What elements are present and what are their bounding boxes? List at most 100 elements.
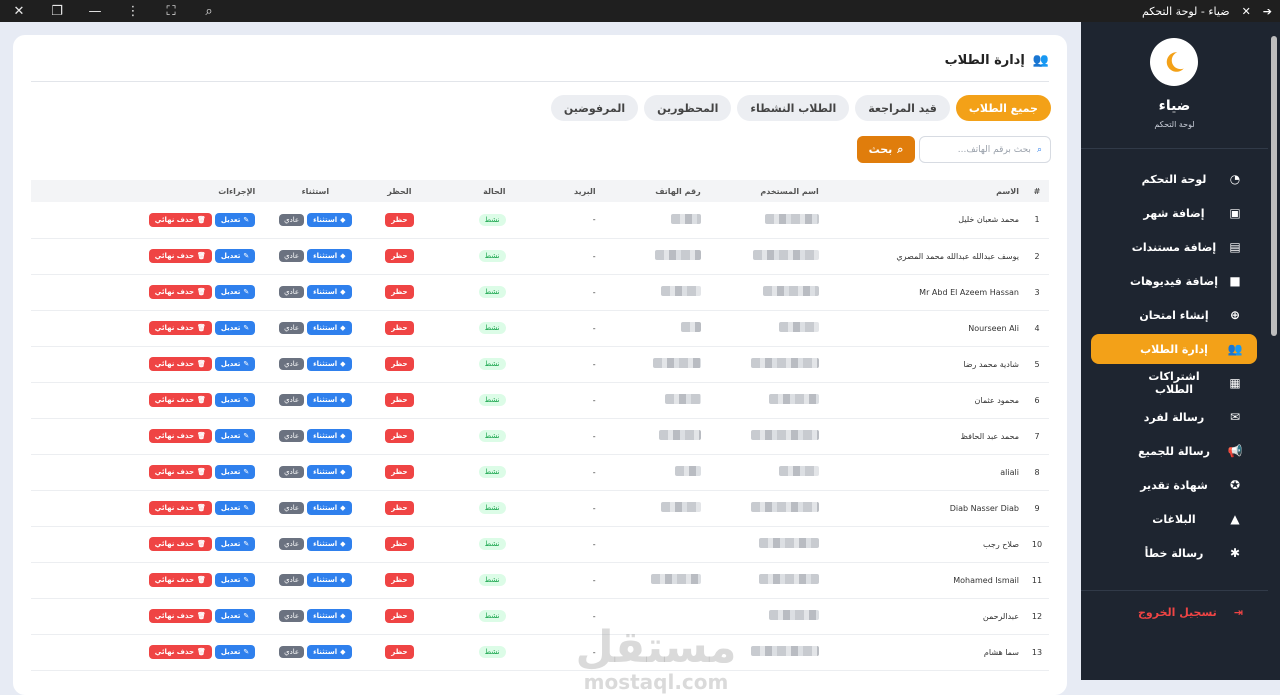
exception-button[interactable]: ◆ استثناء	[307, 212, 352, 227]
ban-button[interactable]: حظر	[385, 645, 414, 659]
ban-button[interactable]: حظر	[385, 393, 414, 407]
ban-button[interactable]: حظر	[385, 537, 414, 551]
sidebar-item-0[interactable]: ◔ لوحة التحكم	[1091, 164, 1257, 194]
delete-button[interactable]: 🗑 حذف نهائي	[148, 321, 212, 335]
megaphone-icon: 📢	[1227, 444, 1243, 458]
exception-button[interactable]: ◆ استثناء	[307, 645, 352, 659]
edit-button[interactable]: ✎ تعديل	[214, 321, 256, 335]
ban-button[interactable]: حظر	[385, 249, 414, 263]
email-cell: -	[511, 310, 602, 347]
sidebar-item-7[interactable]: ✉ رسالة لفرد	[1091, 402, 1257, 432]
status-badge: نشط	[478, 538, 506, 550]
scrollbar[interactable]	[1268, 22, 1280, 680]
exception-cell: ◆ استثناء عادي	[261, 310, 370, 347]
tab-1[interactable]: قيد المراجعة	[855, 95, 950, 121]
edit-button[interactable]: ✎ تعديل	[214, 501, 256, 515]
ban-button[interactable]: حظر	[385, 321, 414, 335]
sidebar-item-1[interactable]: ▣ إضافة شهر	[1091, 198, 1257, 228]
exception-button[interactable]: ◆ استثناء	[307, 465, 352, 479]
sidebar-item-2[interactable]: ▤ إضافة مستندات	[1091, 232, 1257, 262]
exception-button[interactable]: ◆ استثناء	[307, 537, 352, 551]
zoom-icon[interactable]: ⌕	[190, 0, 228, 22]
restore-icon[interactable]: ❐	[38, 0, 76, 22]
more-icon[interactable]: ⋮	[114, 0, 152, 22]
search-input[interactable]: ⌕ بحث برقم الهاتف...	[919, 136, 1051, 163]
edit-button[interactable]: ✎ تعديل	[214, 249, 256, 263]
edit-button[interactable]: ✎ تعديل	[214, 393, 256, 407]
edit-button[interactable]: ✎ تعديل	[214, 429, 256, 443]
delete-button[interactable]: 🗑 حذف نهائي	[148, 573, 212, 587]
delete-button[interactable]: 🗑 حذف نهائي	[148, 501, 212, 515]
ban-button[interactable]: حظر	[385, 212, 414, 227]
logout-button[interactable]: ⇥ تسجيل الخروج	[1091, 600, 1257, 624]
edit-label: تعديل	[220, 504, 241, 512]
ban-button[interactable]: حظر	[385, 429, 414, 443]
delete-button[interactable]: 🗑 حذف نهائي	[148, 357, 212, 371]
col-exception: استثناء	[261, 180, 370, 202]
delete-button[interactable]: 🗑 حذف نهائي	[148, 609, 212, 623]
sidebar-item-10[interactable]: ▲ البلاغات	[1091, 504, 1257, 534]
ban-button[interactable]: حظر	[385, 573, 414, 587]
ban-cell: حظر	[369, 454, 430, 491]
ban-button[interactable]: حظر	[385, 609, 414, 623]
delete-button[interactable]: 🗑 حذف نهائي	[148, 429, 212, 443]
edit-button[interactable]: ✎ تعديل	[214, 573, 256, 587]
exception-button[interactable]: ◆ استثناء	[307, 357, 352, 371]
email-cell: -	[511, 238, 602, 275]
minimize-icon[interactable]: —	[76, 0, 114, 22]
delete-label: حذف نهائي	[154, 612, 195, 620]
back-arrow-icon[interactable]: ➔	[1263, 5, 1272, 18]
exception-button[interactable]: ◆ استثناء	[307, 429, 352, 443]
status-badge: نشط	[478, 322, 506, 334]
ban-button[interactable]: حظر	[385, 285, 414, 299]
exception-button[interactable]: ◆ استثناء	[307, 501, 352, 515]
scrollbar-thumb[interactable]	[1271, 36, 1277, 336]
sidebar-item-5[interactable]: 👥 إدارة الطلاب	[1091, 334, 1257, 364]
sidebar-item-6[interactable]: ▦ اشتراكات الطلاب	[1091, 368, 1257, 398]
exception-button[interactable]: ◆ استثناء	[307, 285, 352, 299]
sidebar-item-3[interactable]: ■ إضافة فيديوهات	[1091, 266, 1257, 296]
phone-blurred	[601, 454, 707, 491]
exception-button[interactable]: ◆ استثناء	[307, 249, 352, 263]
exception-button[interactable]: ◆ استثناء	[307, 573, 352, 587]
extension-icon[interactable]: ⛶	[152, 0, 190, 22]
edit-button[interactable]: ✎ تعديل	[214, 645, 256, 659]
username-blurred	[706, 490, 825, 527]
delete-button[interactable]: 🗑 حذف نهائي	[148, 645, 212, 659]
sidebar-item-9[interactable]: ✪ شهادة تقدير	[1091, 470, 1257, 500]
exception-button[interactable]: ◆ استثناء	[307, 393, 352, 407]
ban-cell: حظر	[369, 598, 430, 635]
exception-button[interactable]: ◆ استثناء	[307, 321, 352, 335]
sidebar-item-4[interactable]: ⊕ إنشاء امتحان	[1091, 300, 1257, 330]
tab-3[interactable]: المحظورين	[644, 95, 732, 121]
ban-button[interactable]: حظر	[385, 501, 414, 515]
exception-button[interactable]: ◆ استثناء	[307, 609, 352, 623]
exception-label: استثناء	[313, 396, 338, 404]
trash-icon: 🗑	[197, 252, 206, 260]
trash-icon: 🗑	[197, 432, 206, 440]
edit-button[interactable]: ✎ تعديل	[214, 285, 256, 299]
tab-4[interactable]: المرفوضين	[550, 95, 639, 121]
delete-button[interactable]: 🗑 حذف نهائي	[148, 537, 212, 551]
delete-button[interactable]: 🗑 حذف نهائي	[148, 249, 212, 263]
actions-cell: ✎ تعديل 🗑 حذف نهائي	[31, 634, 262, 671]
ban-button[interactable]: حظر	[385, 357, 414, 371]
edit-button[interactable]: ✎ تعديل	[214, 537, 256, 551]
edit-button[interactable]: ✎ تعديل	[214, 212, 256, 227]
delete-button[interactable]: 🗑 حذف نهائي	[148, 285, 212, 299]
edit-button[interactable]: ✎ تعديل	[214, 609, 256, 623]
edit-button[interactable]: ✎ تعديل	[214, 465, 256, 479]
sidebar-item-8[interactable]: 📢 رسالة للجميع	[1091, 436, 1257, 466]
tab-close-icon[interactable]: ✕	[1242, 5, 1251, 18]
delete-button[interactable]: 🗑 حذف نهائي	[148, 212, 212, 227]
delete-button[interactable]: 🗑 حذف نهائي	[148, 393, 212, 407]
tab-0[interactable]: جميع الطلاب	[955, 95, 1051, 121]
close-icon[interactable]: ✕	[0, 0, 38, 22]
ban-button[interactable]: حظر	[385, 465, 414, 479]
edit-button[interactable]: ✎ تعديل	[214, 357, 256, 371]
delete-button[interactable]: 🗑 حذف نهائي	[148, 465, 212, 479]
tab-2[interactable]: الطلاب النشطاء	[737, 95, 850, 121]
delete-label: حذف نهائي	[154, 504, 195, 512]
search-button[interactable]: ⌕ بحث	[857, 136, 915, 163]
sidebar-item-11[interactable]: ✱ رسالة خطأ	[1091, 538, 1257, 568]
